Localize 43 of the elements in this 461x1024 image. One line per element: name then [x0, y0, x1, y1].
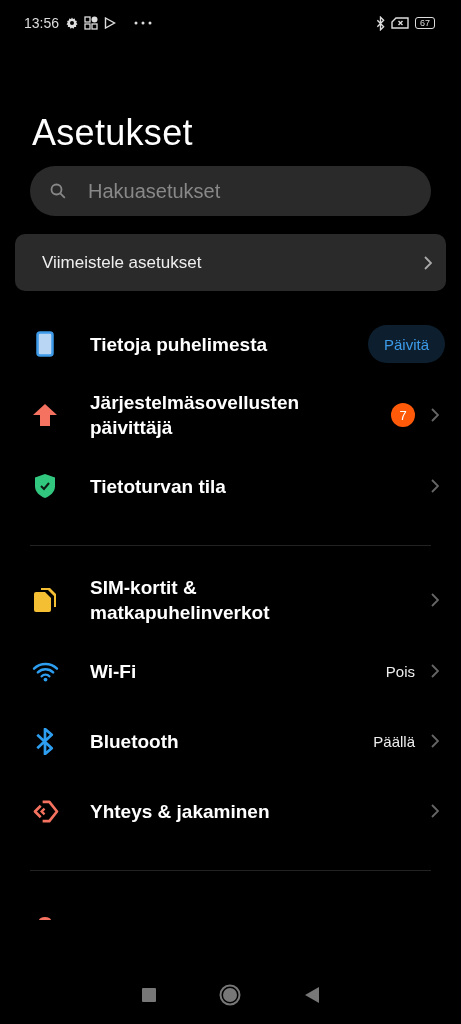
phone-icon: [36, 331, 54, 357]
no-sim-icon: [391, 17, 409, 29]
count-badge: 7: [391, 403, 415, 427]
shield-icon: [35, 474, 55, 498]
bluetooth-icon: [376, 15, 385, 31]
item-label: Bluetooth: [90, 729, 180, 754]
settings-item[interactable]: Yhteys & jakaminen: [0, 776, 461, 846]
settings-item[interactable]: Tietoja puhelimesta Päivitä: [0, 309, 461, 379]
wifi-icon: [31, 660, 59, 682]
settings-item[interactable]: SIM-kortit & matkapuhelinverkot: [0, 564, 461, 636]
item-label: Yhteys & jakaminen: [90, 799, 271, 824]
grid-icon: [84, 16, 99, 30]
status-time: 13:56: [24, 15, 60, 31]
recents-icon[interactable]: [141, 988, 156, 1002]
item-value: Pois: [385, 662, 415, 680]
item-label: Tietoja puhelimesta: [90, 332, 269, 357]
setup-label: Viimeistele asetukset: [42, 252, 203, 273]
gear-icon: [66, 17, 79, 29]
settings-item[interactable]: Wi-Fi Pois: [0, 636, 461, 706]
item-label: Järjestelmäsovellusten päivittäjä: [90, 391, 301, 440]
chevron-icon: [424, 255, 432, 270]
page-title: Asetukset: [32, 112, 194, 154]
item-value: Päällä: [373, 732, 415, 750]
sim-cards-icon: [33, 587, 57, 613]
setup-card[interactable]: Viimeistele asetukset: [15, 234, 446, 291]
update-button[interactable]: Päivitä: [367, 325, 445, 363]
settings-item[interactable]: Bluetooth Päällä: [0, 706, 461, 776]
item-label: Tietoturvan tila: [90, 474, 227, 499]
search-field[interactable]: Hakuasetukset: [86, 178, 411, 204]
back-icon[interactable]: [305, 987, 320, 1003]
play-icon: [104, 17, 117, 29]
settings-item[interactable]: Järjestelmäsovellusten päivittäjä 7: [0, 379, 461, 451]
up-arrow-icon: [33, 404, 57, 426]
share-arrows-icon: [31, 799, 59, 823]
settings-item[interactable]: Tietoturvan tila: [0, 451, 461, 521]
battery-indicator: 67: [415, 17, 435, 29]
more-icon: [134, 21, 153, 25]
item-label: Wi-Fi: [90, 659, 138, 684]
bluetooth-icon: [35, 727, 55, 755]
search-bar[interactable]: Hakuasetukset: [30, 166, 431, 216]
search-icon: [50, 183, 66, 199]
home-icon[interactable]: [219, 984, 242, 1006]
item-label: SIM-kortit & matkapuhelinverkot: [90, 576, 271, 625]
